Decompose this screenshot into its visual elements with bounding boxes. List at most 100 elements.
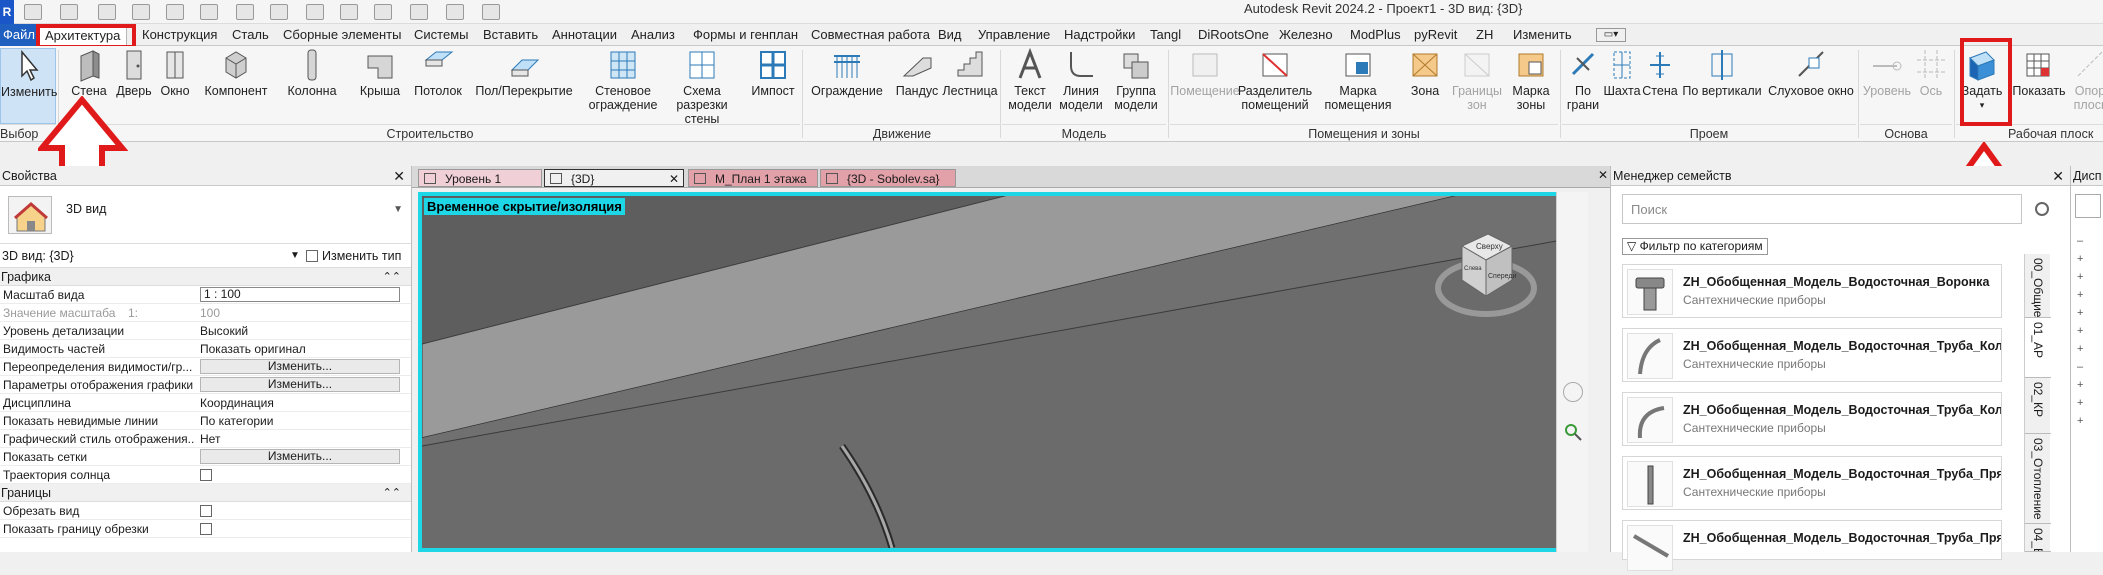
sun-path-checkbox[interactable] bbox=[200, 469, 212, 481]
ramp-button[interactable]: Пандус bbox=[888, 48, 946, 124]
thin-lines-icon[interactable] bbox=[374, 4, 392, 20]
steering-wheel-icon[interactable] bbox=[1563, 382, 1583, 402]
wall-opening-button[interactable]: Стена bbox=[1640, 48, 1680, 124]
railing-button[interactable]: Ограждение bbox=[804, 48, 890, 124]
measure-icon[interactable] bbox=[200, 4, 218, 20]
list-item[interactable]: ZH_Обобщенная_Модель_Водосточная_Труба_П… bbox=[1622, 456, 2002, 510]
close-icon[interactable]: ✕ bbox=[393, 166, 405, 186]
stair-button[interactable]: Лестница bbox=[940, 48, 1000, 124]
view-scale-input[interactable]: 1 : 100 bbox=[200, 287, 400, 302]
tab-structure[interactable]: Конструкция bbox=[142, 24, 217, 46]
view-tab-3d[interactable]: {3D} ✕ bbox=[544, 169, 684, 187]
model-line-button[interactable]: Линия модели bbox=[1056, 48, 1106, 124]
tab-modify[interactable]: Изменить bbox=[1513, 24, 1572, 46]
set-workplane-button[interactable]: Задать ▾ bbox=[1958, 48, 2006, 124]
group-select[interactable]: Выбор bbox=[0, 124, 56, 142]
list-item[interactable]: ZH_Обобщенная_Модель_Водосточная_Воронка… bbox=[1622, 264, 2002, 318]
close-icon[interactable]: ✕ bbox=[1598, 168, 1608, 182]
graphic-style-value[interactable]: Нет bbox=[200, 430, 400, 448]
room-separator-button[interactable]: Разделитель помещений bbox=[1236, 48, 1314, 124]
settings-icon[interactable] bbox=[2035, 202, 2049, 216]
dispatcher-search-input[interactable] bbox=[2075, 194, 2101, 218]
view-tab-plan[interactable]: М_План 1 этажа bbox=[688, 169, 818, 187]
tab-addins[interactable]: Надстройки bbox=[1064, 24, 1135, 46]
detail-level-value[interactable]: Высокий bbox=[200, 322, 400, 340]
tab-massing-site[interactable]: Формы и генплан bbox=[693, 24, 798, 46]
tab-tangl[interactable]: Tangl bbox=[1150, 24, 1181, 46]
room-button[interactable]: Помещение bbox=[1166, 48, 1244, 124]
ceiling-button[interactable]: Потолок bbox=[410, 48, 466, 124]
chevron-down-icon[interactable]: ▼ bbox=[290, 244, 300, 268]
modify-button[interactable]: Изменить bbox=[0, 48, 57, 124]
close-icon[interactable]: ✕ bbox=[2052, 166, 2064, 186]
wall-button[interactable]: Стена bbox=[60, 48, 118, 124]
area-boundary-button[interactable]: Границы зон bbox=[1450, 48, 1504, 124]
door-button[interactable]: Дверь bbox=[114, 48, 154, 124]
graphic-display-edit-button[interactable]: Изменить... bbox=[200, 377, 400, 392]
tab-precast[interactable]: Сборные элементы bbox=[283, 24, 401, 46]
dimension-icon[interactable] bbox=[236, 4, 254, 20]
tab-manage[interactable]: Управление bbox=[978, 24, 1050, 46]
section-graphics[interactable]: Графика ⌃⌃ bbox=[0, 268, 411, 286]
redo-icon[interactable] bbox=[132, 4, 150, 20]
list-item[interactable]: ZH_Обобщенная_Модель_Водосточная_Труба_П… bbox=[1622, 520, 2002, 571]
vertical-opening-button[interactable]: По вертикали bbox=[1680, 48, 1764, 124]
switch-windows-icon[interactable] bbox=[446, 4, 464, 20]
tab-zh[interactable]: ZH bbox=[1476, 24, 1493, 46]
show-grids-edit-button[interactable]: Изменить... bbox=[200, 449, 400, 464]
tab-pyrevit[interactable]: pyRevit bbox=[1414, 24, 1457, 46]
text-icon[interactable] bbox=[270, 4, 288, 20]
vg-overrides-edit-button[interactable]: Изменить... bbox=[200, 359, 400, 374]
revit-logo[interactable]: R bbox=[0, 0, 14, 24]
hidden-lines-value[interactable]: По категории bbox=[200, 412, 400, 430]
list-item[interactable]: ZH_Обобщенная_Модель_Водосточная_Труба_К… bbox=[1622, 392, 2002, 446]
model-group-button[interactable]: Группа модели bbox=[1108, 48, 1164, 124]
open-icon[interactable] bbox=[24, 4, 42, 20]
tab-file[interactable]: Файл bbox=[0, 24, 38, 46]
collapse-icon[interactable]: ⌃⌃ bbox=[383, 268, 401, 286]
print-icon[interactable] bbox=[166, 4, 184, 20]
tab-ar[interactable]: 01_АР bbox=[2025, 318, 2051, 378]
curtain-system-button[interactable]: Стеновое ограждение bbox=[580, 48, 666, 124]
floor-button[interactable]: Пол/Перекрытие bbox=[472, 48, 576, 124]
window-button[interactable]: Окно bbox=[154, 48, 196, 124]
collapse-icon[interactable]: ⌃⌃ bbox=[383, 484, 401, 502]
tab-zhelezno[interactable]: Железно bbox=[1279, 24, 1333, 46]
crop-region-visible-checkbox[interactable] bbox=[200, 523, 212, 535]
component-button[interactable]: Компонент bbox=[198, 48, 274, 124]
tab-collaborate[interactable]: Совместная работа bbox=[811, 24, 930, 46]
column-button[interactable]: Колонна bbox=[280, 48, 344, 124]
close-icon[interactable]: ✕ bbox=[669, 170, 679, 188]
view-tab-3d-sobolev[interactable]: {3D - Sobolev.sa} bbox=[820, 169, 956, 187]
edit-type-button[interactable]: Изменить тип bbox=[306, 244, 401, 268]
chevron-down-icon[interactable]: ▼ bbox=[393, 204, 403, 215]
3d-view-icon[interactable] bbox=[306, 4, 324, 20]
tab-heating[interactable]: 03_Отопление bbox=[2025, 434, 2051, 524]
area-button[interactable]: Зона bbox=[1402, 48, 1448, 124]
grid-button[interactable]: Ось bbox=[1912, 48, 1950, 124]
tab-modplus[interactable]: ModPlus bbox=[1350, 24, 1401, 46]
show-workplane-button[interactable]: Показать bbox=[2010, 48, 2068, 124]
tab-annotate[interactable]: Аннотации bbox=[552, 24, 617, 46]
area-tag-button[interactable]: Марка зоны bbox=[1506, 48, 1556, 124]
group-room-area[interactable]: Помещения и зоны bbox=[1170, 124, 1558, 142]
instance-selector[interactable]: 3D вид: {3D} ▼ Изменить тип bbox=[0, 244, 411, 268]
section-extents[interactable]: Границы ⌃⌃ bbox=[0, 484, 411, 502]
tab-kr[interactable]: 02_КР bbox=[2025, 378, 2051, 434]
crop-view-checkbox[interactable] bbox=[200, 505, 212, 517]
model-text-button[interactable]: Текст модели bbox=[1004, 48, 1056, 124]
tree-expanders[interactable]: – + + + + + + – + + + bbox=[2077, 232, 2083, 430]
room-tag-button[interactable]: Марка помещения bbox=[1318, 48, 1398, 124]
mullion-button[interactable]: Импост bbox=[748, 48, 798, 124]
by-face-button[interactable]: По грани bbox=[1562, 48, 1604, 124]
roof-button[interactable]: Крыша bbox=[352, 48, 408, 124]
zoom-icon[interactable] bbox=[1563, 422, 1583, 442]
parts-visibility-value[interactable]: Показать оригинал bbox=[200, 340, 400, 358]
close-windows-icon[interactable] bbox=[410, 4, 428, 20]
undo-icon[interactable] bbox=[98, 4, 116, 20]
list-item[interactable]: ZH_Обобщенная_Модель_Водосточная_Труба_К… bbox=[1622, 328, 2002, 382]
ref-plane-button[interactable]: Опор плоск bbox=[2070, 48, 2103, 124]
tab-general[interactable]: 00_Общие bbox=[2025, 254, 2051, 318]
dormer-button[interactable]: Слуховое окно bbox=[1766, 48, 1856, 124]
view-tab-level1[interactable]: Уровень 1 bbox=[418, 169, 542, 187]
